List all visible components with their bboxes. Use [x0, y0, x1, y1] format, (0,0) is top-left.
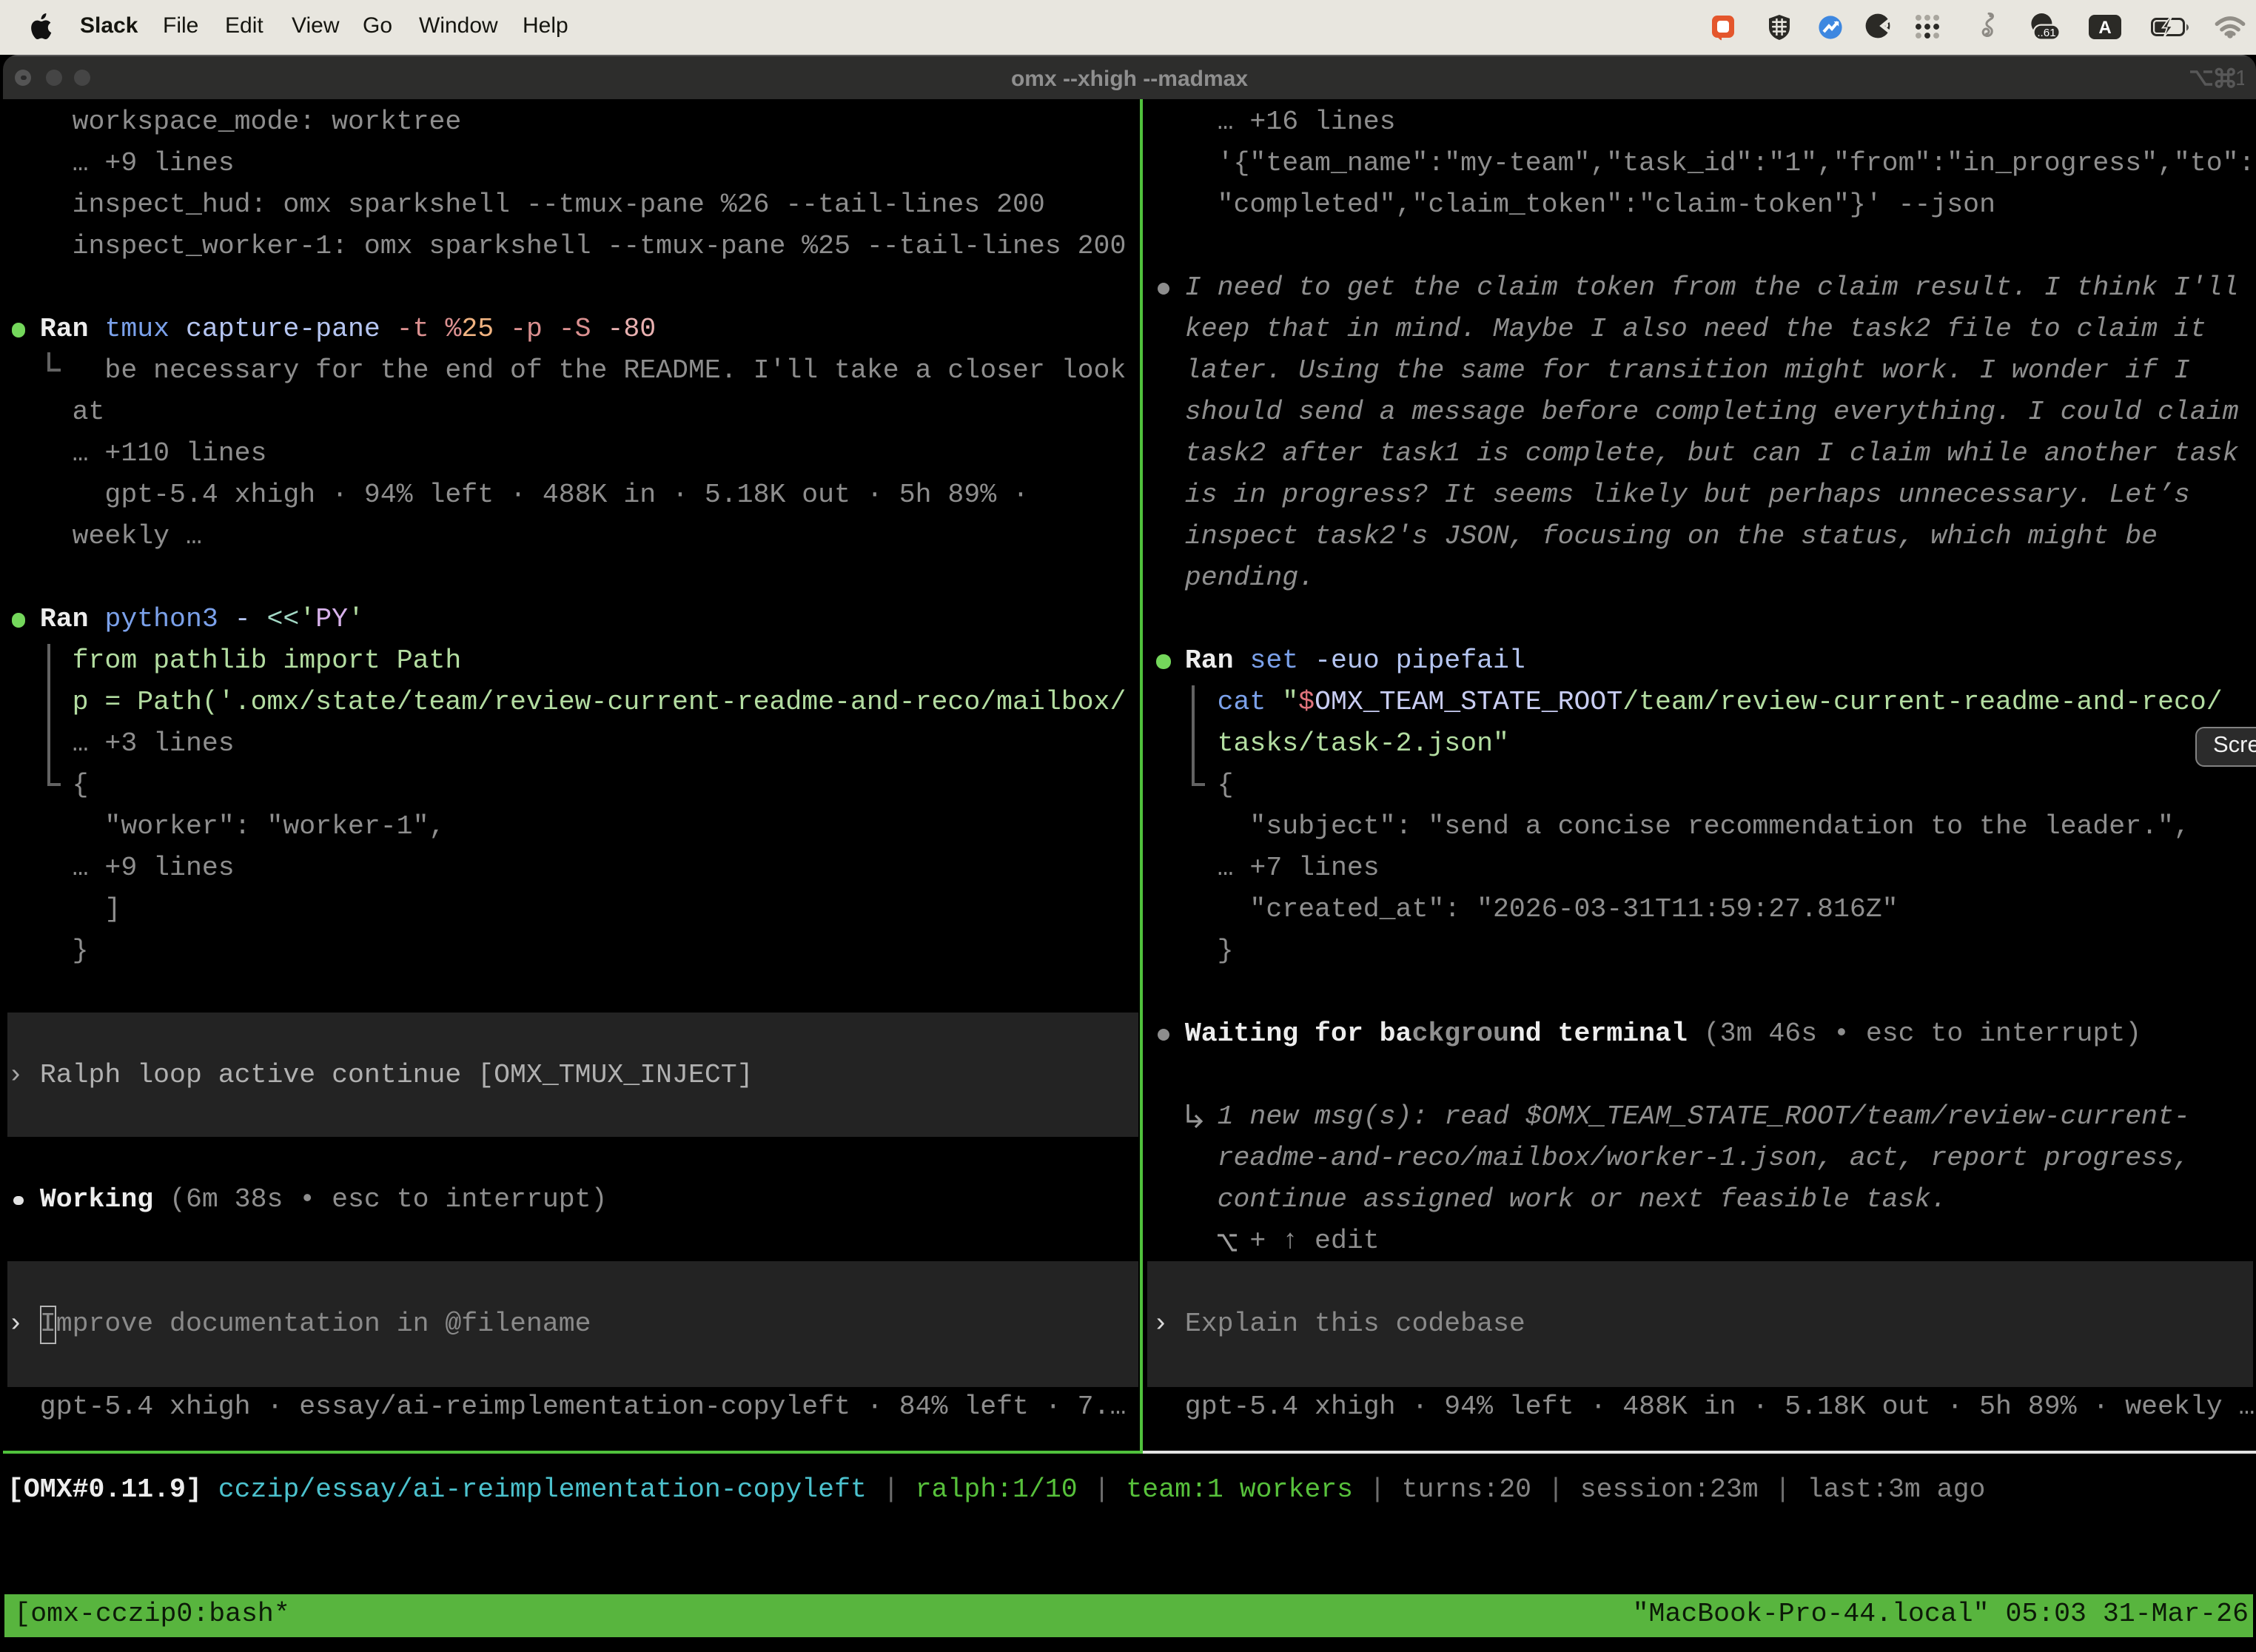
svg-text:1: 1: [2235, 67, 2244, 90]
svg-text:..61: ..61: [2037, 27, 2055, 39]
svg-text:A: A: [2098, 18, 2111, 38]
